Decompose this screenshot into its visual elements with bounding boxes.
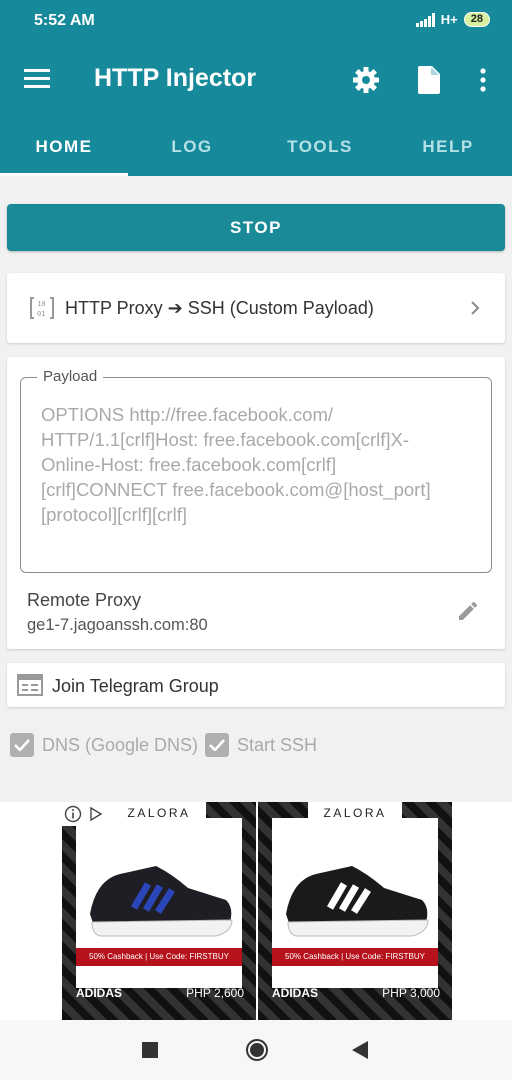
gear-icon[interactable] [352, 66, 380, 94]
dns-checkbox-row[interactable]: DNS (Google DNS) [10, 733, 198, 757]
status-icons: H+ 28 [415, 12, 490, 27]
tab-tools[interactable]: TOOLS [256, 118, 384, 176]
svg-text:10: 10 [37, 300, 45, 308]
payload-legend: Payload [37, 368, 104, 385]
more-vert-icon[interactable] [479, 68, 487, 92]
ad-tile[interactable]: ZALORA 50% Cashback | Use Code: FIRSTBUY… [62, 802, 256, 1020]
app-title: HTTP Injector [94, 64, 257, 92]
ad-store: ZALORA [323, 806, 387, 820]
telegram-label: Join Telegram Group [52, 676, 219, 696]
stop-button[interactable]: STOP [7, 204, 505, 251]
ad-brand: ADIDAS [272, 986, 319, 1000]
adchoices-badge[interactable] [60, 802, 118, 826]
chevron-right-icon [471, 301, 480, 315]
tab-log[interactable]: LOG [128, 118, 256, 176]
payload-field[interactable]: Payload OPTIONS http://free.facebook.com… [20, 368, 492, 573]
tab-indicator [0, 173, 128, 176]
ad-brand: ADIDAS [76, 986, 123, 1000]
network-type: H+ [440, 12, 458, 27]
ad-promo: 50% Cashback | Use Code: FIRSTBUY [76, 948, 242, 966]
ad-banner[interactable]: ZALORA 50% Cashback | Use Code: FIRSTBUY… [0, 802, 512, 1020]
payload-card: Payload OPTIONS http://free.facebook.com… [7, 357, 505, 649]
signal-icon [415, 12, 435, 27]
app-bar: HTTP Injector [0, 42, 512, 118]
ad-promo: 50% Cashback | Use Code: FIRSTBUY [272, 948, 438, 966]
ad-tile[interactable]: ZALORA 50% Cashback | Use Code: FIRSTBUY… [258, 802, 452, 1020]
dns-checkbox[interactable] [10, 733, 34, 757]
status-bar: 5:52 AM H+ 28 [0, 0, 512, 42]
payload-text: OPTIONS http://free.facebook.com/ HTTP/1… [41, 404, 431, 525]
tunnel-method-selector[interactable]: 10 01 HTTP Proxy ➔ SSH (Custom Payload) [7, 273, 505, 343]
ssh-checkbox[interactable] [205, 733, 229, 757]
tab-help[interactable]: HELP [384, 118, 512, 176]
status-time: 5:52 AM [34, 12, 95, 29]
info-icon[interactable] [64, 805, 82, 823]
calendar-icon [17, 674, 43, 696]
svg-text:01: 01 [37, 310, 45, 318]
battery-icon: 28 [463, 12, 490, 27]
recents-icon[interactable] [142, 1042, 158, 1058]
home-icon[interactable] [245, 1038, 269, 1062]
telegram-group-link[interactable]: Join Telegram Group [7, 663, 505, 707]
dns-label: DNS (Google DNS) [42, 734, 199, 755]
remote-proxy-label: Remote Proxy [27, 590, 142, 610]
remote-proxy-value: ge1-7.jagoanssh.com:80 [27, 616, 208, 634]
shoe-icon [90, 866, 233, 937]
tab-bar: HOME LOG TOOLS HELP [0, 118, 512, 176]
file-icon[interactable] [418, 66, 440, 94]
shoe-icon [286, 866, 429, 937]
play-icon[interactable] [88, 806, 104, 822]
ad-price: PHP 3,000 [382, 986, 440, 1000]
ssh-checkbox-row[interactable]: Start SSH [205, 733, 317, 757]
pencil-icon[interactable] [456, 599, 480, 623]
menu-icon[interactable] [24, 69, 50, 89]
ssh-label: Start SSH [237, 734, 318, 755]
binary-icon: 10 01 [30, 297, 54, 319]
system-nav-bar [0, 1020, 512, 1080]
tab-home[interactable]: HOME [0, 118, 128, 176]
ad-price: PHP 2,600 [186, 986, 244, 1000]
back-icon[interactable] [352, 1041, 368, 1059]
tunnel-method-label: HTTP Proxy ➔ SSH (Custom Payload) [65, 298, 374, 318]
